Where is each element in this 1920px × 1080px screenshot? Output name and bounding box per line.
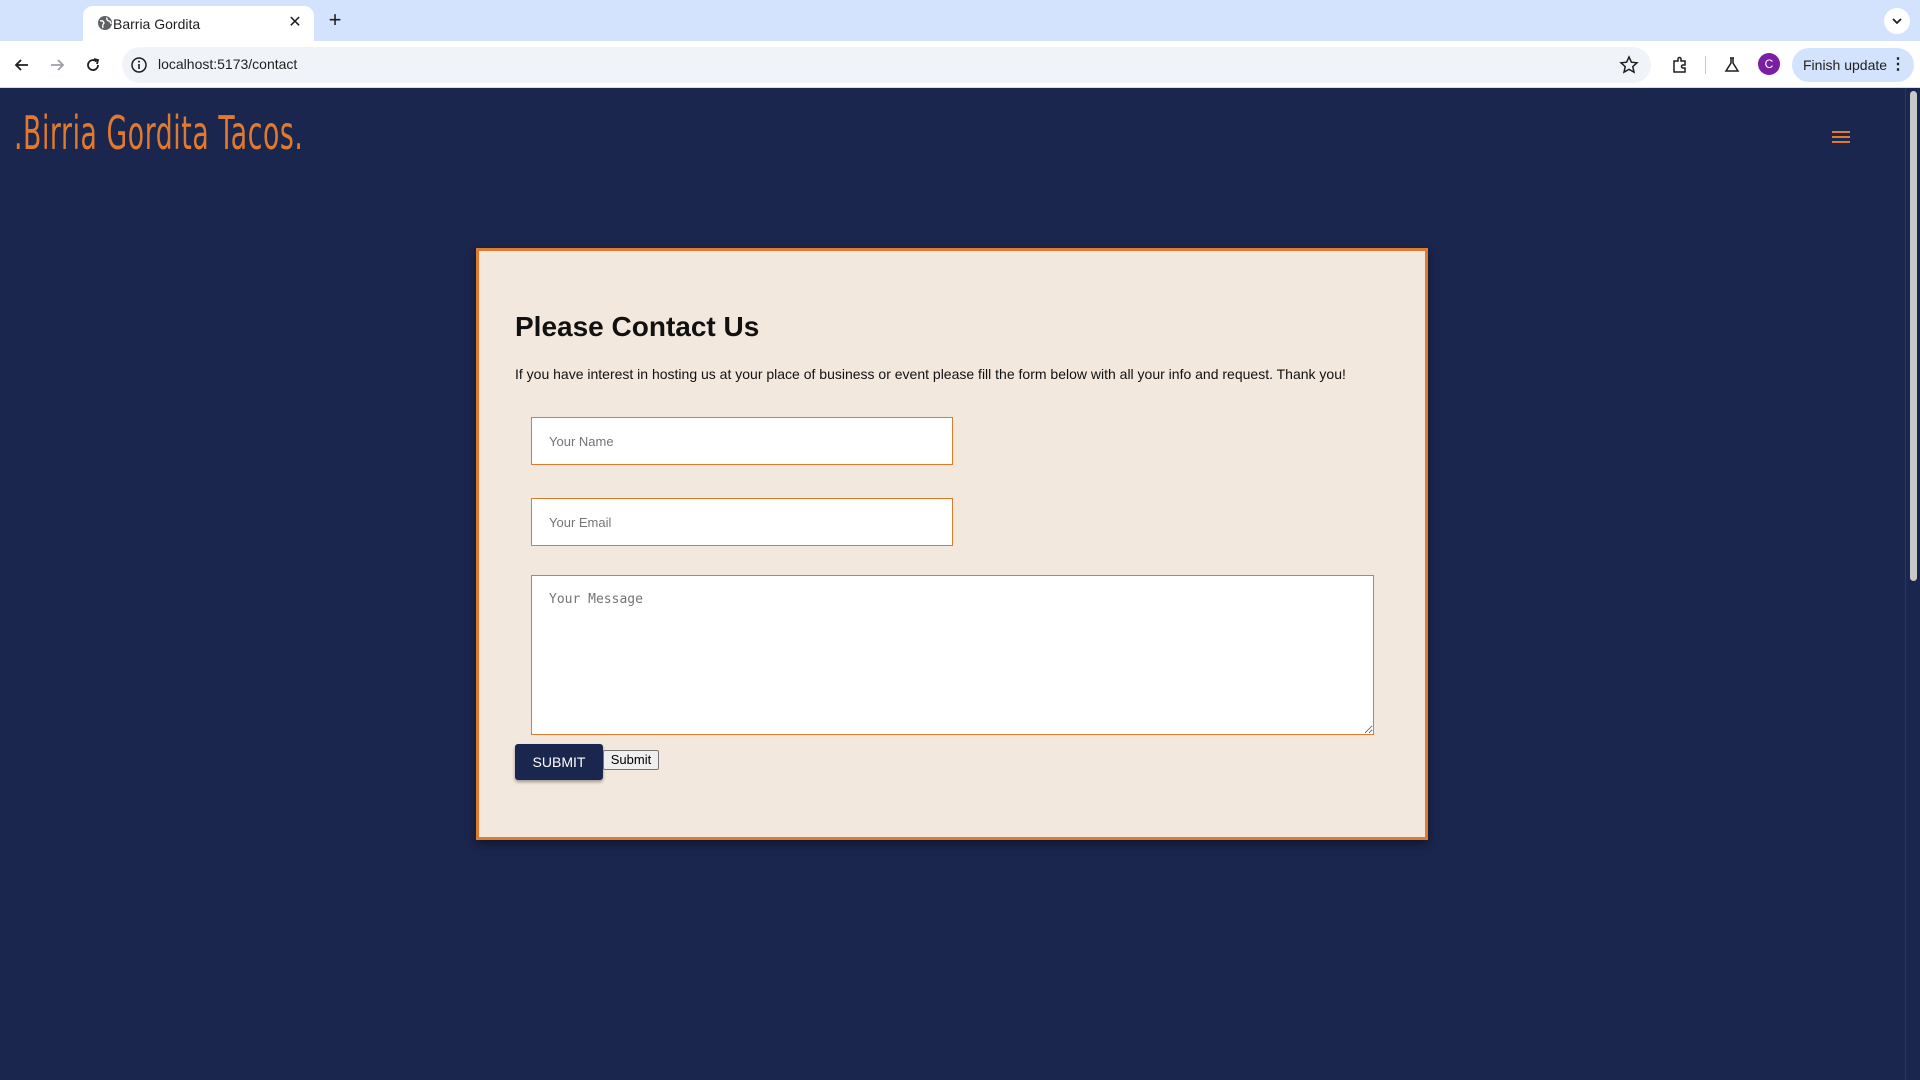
message-textarea[interactable] — [531, 575, 1374, 735]
globe-icon — [98, 16, 112, 30]
profile-avatar[interactable]: C — [1758, 53, 1780, 75]
toolbar-separator — [1705, 56, 1706, 74]
flask-icon — [1724, 57, 1740, 72]
tab-search-button[interactable] — [1884, 8, 1910, 34]
name-input[interactable] — [531, 417, 953, 465]
new-tab-icon[interactable]: + — [323, 8, 347, 32]
site-info-icon[interactable] — [130, 56, 148, 74]
arrow-left-icon — [14, 59, 28, 71]
submit-button-default[interactable]: Submit — [603, 750, 659, 770]
tab-title: Barria Gordita — [113, 16, 201, 32]
scrollbar-thumb[interactable] — [1910, 91, 1917, 581]
more-menu-icon[interactable]: ⋮ — [1890, 48, 1906, 82]
email-input[interactable] — [531, 498, 953, 546]
close-tab-icon[interactable]: ✕ — [286, 14, 304, 32]
reload-button[interactable] — [81, 53, 105, 77]
back-button[interactable] — [10, 53, 34, 77]
bookmark-star-icon[interactable] — [1619, 55, 1639, 75]
finish-update-button[interactable]: Finish update ⋮ — [1792, 48, 1914, 82]
address-bar[interactable]: localhost:5173/contact — [122, 47, 1651, 83]
finish-update-label: Finish update — [1803, 57, 1888, 73]
arrow-right-icon — [51, 59, 65, 71]
contact-card: Please Contact Us If you have interest i… — [476, 248, 1428, 840]
hamburger-menu-icon[interactable] — [1830, 128, 1852, 146]
extensions-button[interactable] — [1668, 53, 1692, 77]
reload-icon — [87, 58, 100, 71]
forward-button[interactable] — [45, 53, 69, 77]
labs-button[interactable] — [1720, 53, 1744, 77]
submit-button[interactable]: SUBMIT — [515, 744, 603, 780]
page-title: Please Contact Us — [515, 311, 760, 342]
contact-description: If you have interest in hosting us at yo… — [515, 366, 1346, 382]
browser-tab-bar: Barria Gordita ✕ + — [0, 0, 1920, 41]
chevron-down-icon — [1892, 18, 1902, 25]
browser-toolbar: localhost:5173/contact C Finish update ⋮ — [0, 41, 1920, 88]
page-scrollbar[interactable] — [1905, 88, 1920, 1080]
puzzle-icon — [1673, 56, 1686, 73]
page-viewport: .Birria Gordita Tacos. Please Contact Us… — [0, 88, 1920, 1080]
url-text[interactable]: localhost:5173/contact — [158, 56, 297, 72]
browser-tab[interactable]: Barria Gordita ✕ — [83, 6, 314, 41]
site-logo[interactable]: .Birria Gordita Tacos. — [14, 106, 303, 160]
